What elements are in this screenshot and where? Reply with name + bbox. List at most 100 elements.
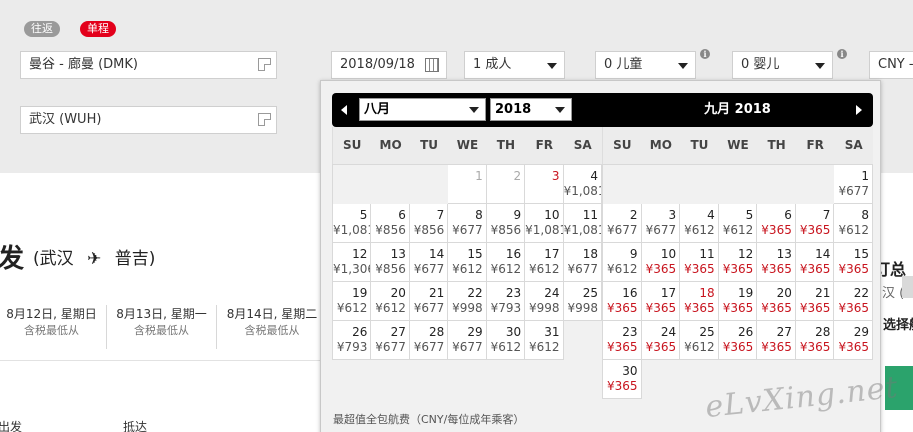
day-cell[interactable]: 18 ¥677 [563,243,602,282]
date-tab[interactable]: 8月14日, 星期二 含税最低从 [217,305,327,349]
infants-info-icon[interactable]: i [837,49,847,59]
day-cell[interactable]: 12 ¥1,306 [333,243,372,282]
day-cell[interactable]: 15 ¥612 [448,243,487,282]
day-price: ¥612 [490,340,522,354]
day-cell[interactable]: 31 ¥612 [525,321,564,360]
currency-select[interactable]: CNY - [869,51,913,79]
day-cell[interactable]: 4 ¥612 [680,204,719,243]
day-price: ¥998 [529,301,560,315]
day-number: 9 [513,208,522,222]
origin-field[interactable]: 曼谷 - 廊曼 (DMK) [20,51,277,79]
day-cell[interactable]: 1 ¥677 [834,165,873,204]
day-price: ¥793 [490,301,522,315]
day-cell[interactable]: 25 ¥998 [563,282,602,321]
day-price: ¥365 [684,301,715,315]
children-info-icon[interactable]: i [700,49,710,59]
day-cell[interactable]: 20 ¥612 [371,282,410,321]
previous-month-icon[interactable] [341,105,347,115]
day-cell[interactable]: 14 ¥365 [795,243,835,282]
expand-icon[interactable] [258,113,271,126]
day-cell[interactable]: 4 ¥1,081 [563,165,602,204]
day-cell[interactable]: 16 ¥612 [486,243,526,282]
day-cell[interactable]: 19 ¥612 [333,282,372,321]
weekday-label: WE [456,138,479,152]
day-cell[interactable]: 29 ¥365 [834,321,873,360]
day-cell[interactable]: 16 ¥365 [603,282,642,321]
day-cell[interactable]: 21 ¥677 [409,282,449,321]
day-cell[interactable]: 7 ¥365 [795,204,835,243]
day-cell[interactable]: 30 ¥612 [486,321,526,360]
day-cell[interactable]: 24 ¥998 [525,282,564,321]
day-number: 16 [622,286,638,300]
weekday-label: TU [420,138,439,152]
day-cell[interactable]: 28 ¥677 [409,321,449,360]
day-cell[interactable]: 12 ¥365 [718,243,758,282]
round-trip-toggle[interactable]: 往返 [24,21,60,37]
day-cell[interactable]: 23 ¥793 [486,282,526,321]
day-cell[interactable]: 19 ¥365 [718,282,758,321]
infants-select[interactable]: 0 婴儿 [732,51,833,79]
day-cell[interactable]: 8 ¥677 [448,204,487,243]
adults-select[interactable]: 1 成人 [464,51,565,79]
day-cell[interactable]: 23 ¥365 [603,321,642,360]
day-cell[interactable]: 24 ¥365 [641,321,681,360]
day-cell[interactable]: 25 ¥612 [680,321,719,360]
day-cell[interactable]: 20 ¥365 [757,282,796,321]
day-cell[interactable]: 17 ¥365 [641,282,681,321]
date-field[interactable]: 2018/09/18 [331,51,447,79]
day-cell[interactable]: 28 ¥365 [795,321,835,360]
day-cell[interactable]: 13 ¥856 [371,243,410,282]
day-cell[interactable]: 14 ¥677 [409,243,449,282]
day-cell[interactable]: 6 ¥856 [371,204,410,243]
month-select[interactable]: 八月 [359,98,486,121]
day-cell[interactable]: 10 ¥365 [641,243,681,282]
day-cell[interactable]: 26 ¥365 [718,321,758,360]
date-tab[interactable]: 8月13日, 星期一 含税最低从 [107,305,217,349]
day-cell[interactable]: 18 ¥365 [680,282,719,321]
day-cell[interactable]: 17 ¥612 [525,243,564,282]
day-cell[interactable]: 27 ¥677 [371,321,410,360]
adults-value: 1 成人 [473,57,512,72]
chevron-down-icon [547,63,557,69]
day-cell[interactable]: 27 ¥365 [757,321,796,360]
day-cell[interactable]: 5 ¥612 [718,204,758,243]
date-tab-sub: 含税最低从 [24,324,79,337]
day-cell[interactable]: 10 ¥1,081 [525,204,564,243]
day-cell[interactable]: 30 ¥365 [603,360,642,399]
day-price: ¥365 [799,262,831,276]
day-cell[interactable]: 22 ¥365 [834,282,873,321]
day-price: ¥677 [375,340,406,354]
day-number: 25 [699,325,715,339]
year-select[interactable]: 2018 [490,98,572,121]
day-cell[interactable]: 11 ¥365 [680,243,719,282]
day-price: ¥793 [336,340,368,354]
day-cell[interactable]: 22 ¥998 [448,282,487,321]
children-select[interactable]: 0 儿童 [595,51,696,79]
day-cell[interactable]: 9 ¥856 [486,204,526,243]
day-cell[interactable]: 7 ¥856 [409,204,449,243]
day-price: ¥365 [607,301,638,315]
day-cell[interactable]: 13 ¥365 [757,243,796,282]
weekday-row: SU MO TU WE TH FR SA [602,127,873,164]
destination-field[interactable]: 武汉 (WUH) [20,106,277,134]
one-way-toggle[interactable]: 单程 [80,21,116,37]
date-tab[interactable]: 8月12日, 星期日 含税最低从 [0,305,107,349]
day-cell[interactable]: 21 ¥365 [795,282,835,321]
day-cell[interactable]: 6 ¥365 [757,204,796,243]
day-price: ¥365 [607,340,638,354]
day-cell[interactable]: 15 ¥365 [834,243,873,282]
day-cell[interactable]: 2 ¥677 [603,204,642,243]
day-cell[interactable]: 8 ¥612 [834,204,873,243]
day-price: ¥1,306 [333,262,372,276]
calendar-september: 九月 2018 SU MO TU WE TH FR SA 1 ¥677 2 ¥677 3 ¥677 4 ¥… [602,93,873,399]
expand-icon[interactable] [258,58,271,71]
day-cell[interactable]: 11 ¥1,081 [563,204,602,243]
day-cell[interactable]: 5 ¥1,081 [333,204,372,243]
day-cell[interactable]: 3 ¥677 [641,204,681,243]
calendar-icon[interactable] [425,58,439,72]
day-cell[interactable]: 9 ¥612 [603,243,642,282]
day-number: 11 [699,247,715,261]
next-month-icon[interactable] [856,105,862,115]
day-cell[interactable]: 29 ¥677 [448,321,487,360]
day-cell[interactable]: 26 ¥793 [333,321,372,360]
